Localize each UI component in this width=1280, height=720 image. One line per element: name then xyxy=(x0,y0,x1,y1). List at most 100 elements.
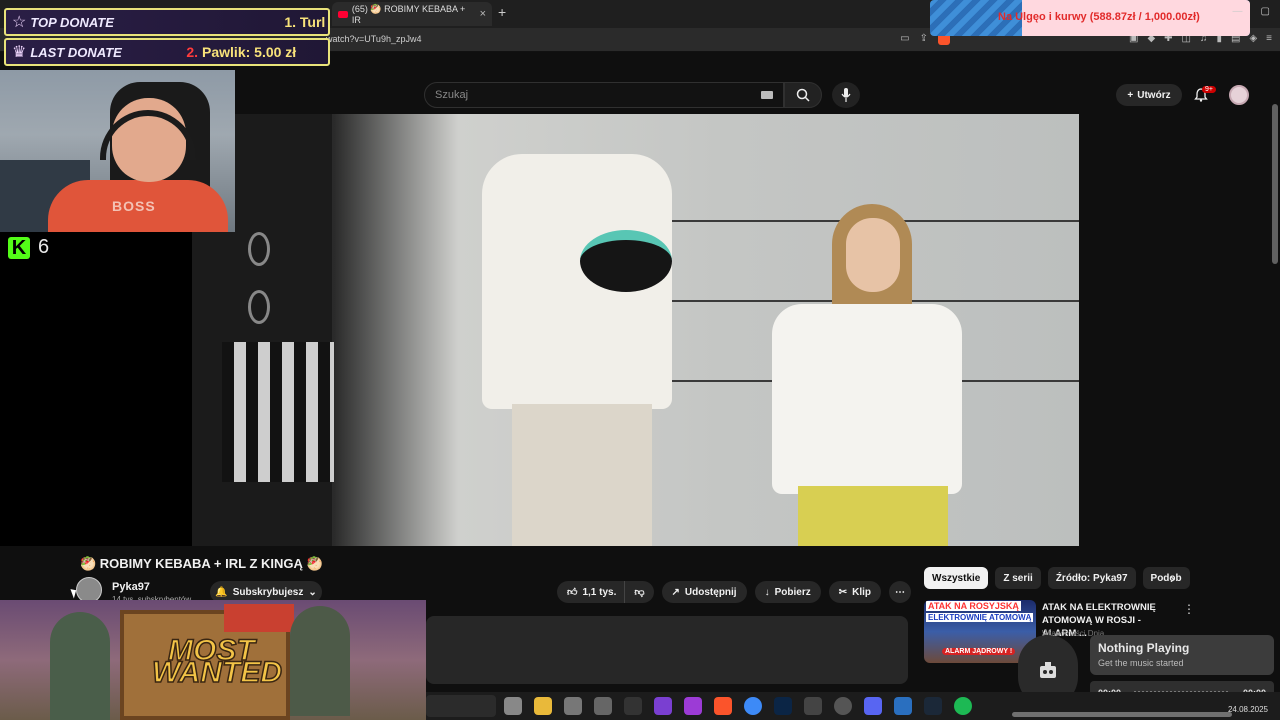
more-actions-button[interactable]: ⋯ xyxy=(889,581,911,603)
streamer-webcam: BOSS xyxy=(0,70,235,232)
video-towel xyxy=(222,342,334,482)
game-character xyxy=(50,612,110,720)
top-donate-label: TOP DONATE xyxy=(30,14,114,30)
last-donate-label: LAST DONATE xyxy=(30,44,122,60)
game-phone-booth xyxy=(224,604,294,632)
page-scrollbar[interactable] xyxy=(1272,104,1278,264)
like-count: 1,1 tys. xyxy=(582,586,617,598)
share-button[interactable]: ↗ Udostępnij xyxy=(661,581,747,603)
chrome-icon[interactable] xyxy=(744,697,762,715)
account-avatar[interactable] xyxy=(1229,85,1249,105)
game-title-line2: WANTED xyxy=(151,655,283,690)
game-character xyxy=(290,606,350,716)
recommendation-chips: Wszystkie Z serii Źródło: Pyka97 Podob xyxy=(924,567,1190,589)
thumb-text: ELEKTROWNIĘ ATOMOWĄ xyxy=(926,613,1034,622)
thumbs-up-icon: 👍︎ xyxy=(567,587,578,598)
notification-badge: 9+ xyxy=(1202,86,1216,93)
search-button[interactable] xyxy=(784,82,822,108)
goal-text: Na Ulgęo i kurwy (588.87zł / 1,000.00zł) xyxy=(998,11,1200,23)
donate-overlay: ☆ TOP DONATE 1. Turl ♛ LAST DONATE 2. Paw… xyxy=(0,6,330,68)
stream-left-panel xyxy=(0,232,192,546)
kick-viewer-counter: K 6 xyxy=(8,236,49,259)
url-text[interactable]: watch?v=UTu9h_zpJw4 xyxy=(326,34,421,44)
video-player[interactable] xyxy=(192,114,1079,546)
music-subtitle: Get the music started xyxy=(1098,658,1184,668)
close-tab-icon[interactable]: × xyxy=(480,8,486,20)
app-icon[interactable] xyxy=(654,697,672,715)
vpn-icon[interactable]: ◈ xyxy=(1249,33,1257,44)
microphone-icon xyxy=(841,88,851,102)
create-button[interactable]: + Utwórz xyxy=(1116,84,1182,106)
new-tab-button[interactable]: + xyxy=(498,4,506,20)
person-skirt xyxy=(798,486,948,546)
last-donate-rank: 2. xyxy=(186,44,199,60)
search-icon xyxy=(796,88,810,102)
thumb-text: ALARM JĄDROWY ! xyxy=(942,648,1016,655)
cast-icon[interactable]: ▭ xyxy=(900,33,909,45)
photoshop-icon[interactable] xyxy=(774,697,792,715)
create-label: Utwórz xyxy=(1137,89,1171,101)
donation-goal-bar: Na Ulgęo i kurwy (588.87zł / 1,000.00zł) xyxy=(930,0,1250,36)
dislike-button[interactable]: 👎︎ xyxy=(625,581,654,603)
discord-icon[interactable] xyxy=(864,697,882,715)
person-shorts xyxy=(512,404,652,546)
chevron-down-icon: ⌄ xyxy=(308,586,317,598)
chip-series[interactable]: Z serii xyxy=(995,567,1041,589)
app-icon[interactable] xyxy=(684,697,702,715)
video-person-woman xyxy=(762,204,962,546)
taskbar-search[interactable] xyxy=(426,695,496,717)
app-icon[interactable] xyxy=(834,697,852,715)
menu-icon[interactable]: ≡ xyxy=(1266,33,1272,44)
app-icon[interactable] xyxy=(594,697,612,715)
download-button[interactable]: ↓ Pobierz xyxy=(754,581,821,603)
thumbs-down-icon: 👎︎ xyxy=(634,587,645,598)
kick-viewer-count: 6 xyxy=(38,236,50,258)
video-title: 🥙 ROBIMY KEBABA + IRL Z KINGĄ 🥙 xyxy=(80,556,323,571)
last-donate-row: ♛ LAST DONATE 2. Pawlik: 5.00 zł xyxy=(4,38,330,66)
chip-source[interactable]: Źródło: Pyka97 xyxy=(1047,567,1136,589)
spotify-icon[interactable] xyxy=(954,697,972,715)
chip-similar[interactable]: Podob xyxy=(1142,567,1190,589)
clip-label: Klip xyxy=(852,586,871,598)
star-icon: ☆ xyxy=(12,14,27,31)
top-donate-value: 1. Turl xyxy=(284,14,326,30)
description-box[interactable] xyxy=(426,616,908,684)
clip-button[interactable]: ✂ Klip xyxy=(828,581,881,603)
app-icon[interactable] xyxy=(804,697,822,715)
plus-icon: + xyxy=(1127,89,1134,101)
task-view-icon[interactable] xyxy=(504,697,522,715)
channel-name[interactable]: Pyka97 xyxy=(112,581,150,593)
bowl xyxy=(580,230,672,292)
chip-all[interactable]: Wszystkie xyxy=(924,567,989,589)
download-label: Pobierz xyxy=(774,586,811,598)
share-arrow-icon: ↗ xyxy=(671,586,680,598)
share-label: Udostępnij xyxy=(684,586,737,598)
minimize-icon[interactable]: — xyxy=(1233,6,1243,17)
bell-ringing-icon: 🔔 xyxy=(215,586,228,598)
app-icon[interactable] xyxy=(894,697,912,715)
brave-browser-icon[interactable] xyxy=(714,697,732,715)
voice-search-button[interactable] xyxy=(832,82,860,108)
browser-tab[interactable]: (65) 🥙 ROBIMY KEBABA + IR × xyxy=(332,2,492,26)
file-explorer-icon[interactable] xyxy=(534,697,552,715)
speaker-icon xyxy=(1040,662,1056,678)
scissors-icon: ✂ xyxy=(838,586,848,598)
last-donate-value-wrap: 2. Pawlik: 5.00 zł xyxy=(186,44,296,60)
like-button[interactable]: 👍︎ 1,1 tys. xyxy=(557,581,626,603)
oven-knob xyxy=(248,290,270,324)
more-vertical-icon[interactable]: ⋮ xyxy=(1183,602,1195,616)
camera-icon[interactable] xyxy=(564,697,582,715)
share-icon[interactable]: ⇪ xyxy=(920,33,928,45)
horizontal-scrollbar[interactable] xyxy=(1012,712,1232,717)
download-icon: ↓ xyxy=(764,586,770,598)
maximize-icon[interactable]: ▢ xyxy=(1261,6,1270,17)
top-donate-row: ☆ TOP DONATE 1. Turl xyxy=(4,8,330,36)
app-icon[interactable] xyxy=(624,697,642,715)
music-status: Nothing Playing xyxy=(1098,641,1190,655)
chips-next-chevron-icon[interactable]: › xyxy=(1170,570,1175,586)
oven-knob xyxy=(248,232,270,266)
keyboard-icon[interactable] xyxy=(761,91,773,99)
kick-logo-icon: K xyxy=(8,236,30,259)
search-input[interactable]: Szukaj xyxy=(424,82,784,108)
steam-icon[interactable] xyxy=(924,697,942,715)
